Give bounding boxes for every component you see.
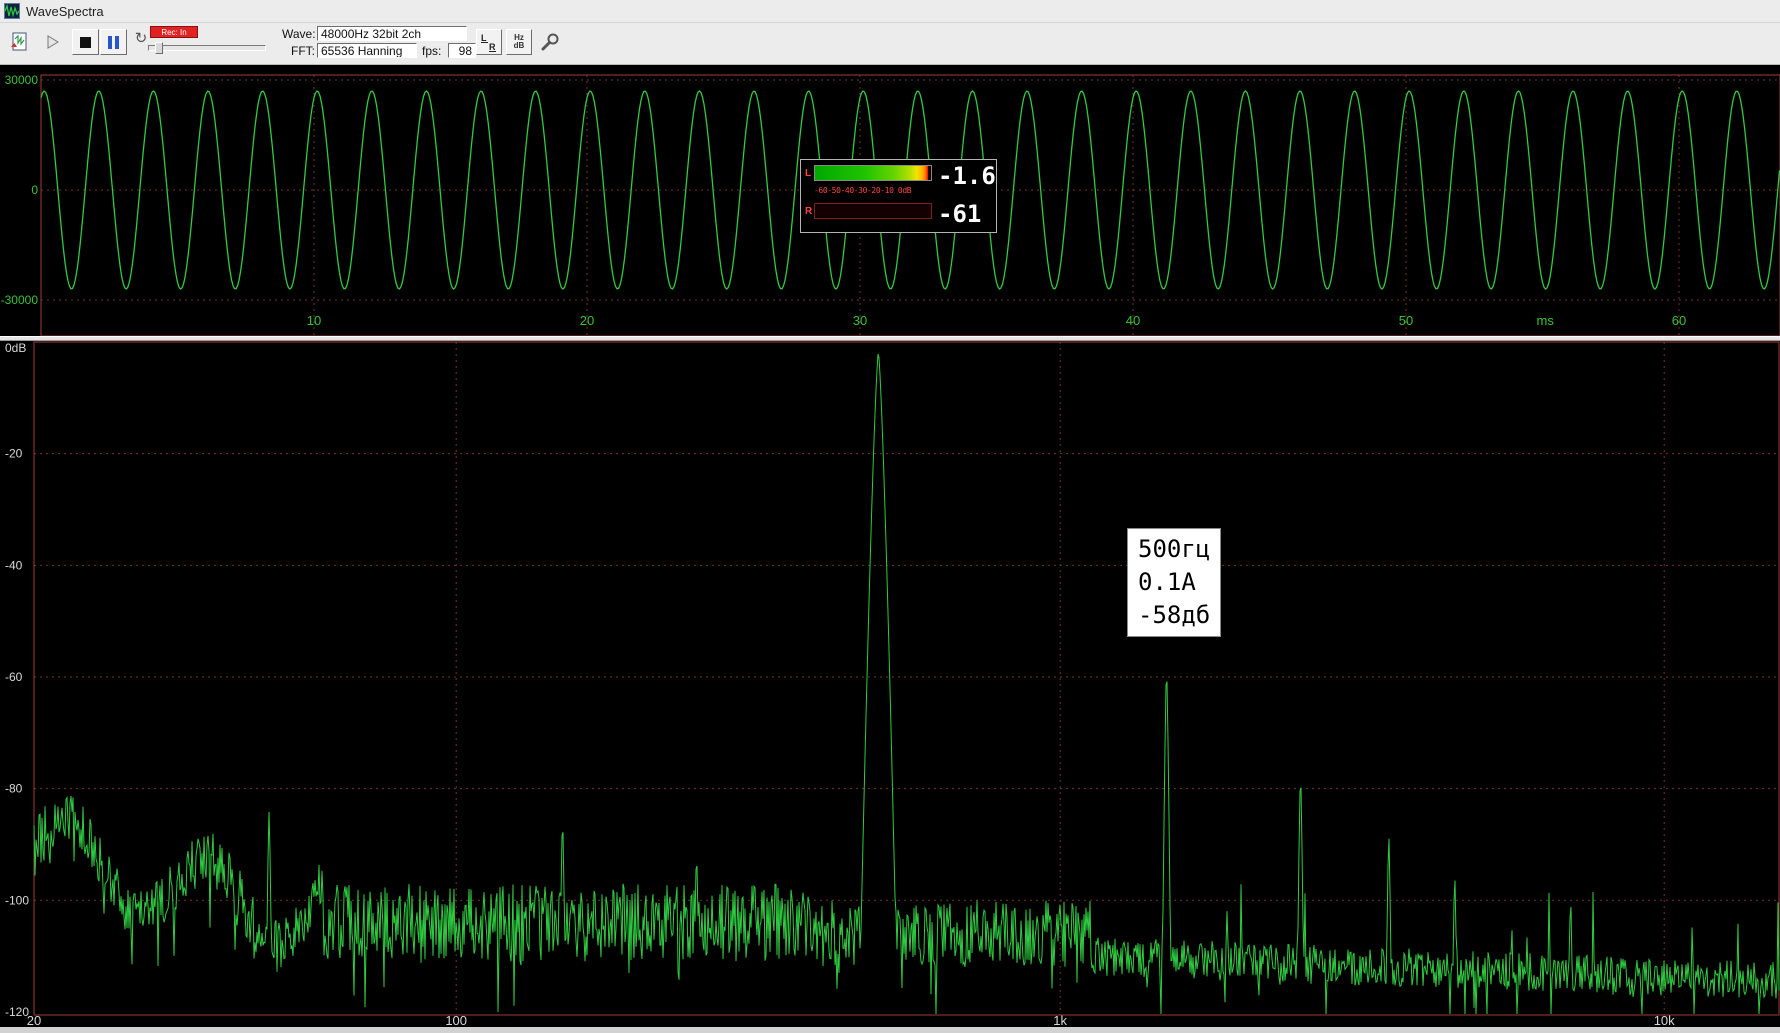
settings-button[interactable] (536, 28, 564, 56)
svg-text:L: L (481, 33, 487, 43)
db-label: dB (513, 41, 525, 50)
stop-icon (80, 36, 91, 48)
app-icon (4, 3, 20, 19)
left-peak-value: -1.6 (938, 162, 996, 190)
svg-text:-120: -120 (5, 1005, 29, 1019)
annotation-amplitude: 0.1A (1138, 568, 1196, 596)
open-wave-button[interactable] (6, 28, 34, 56)
measurement-annotation: 500гц 0.1A -58дб (1127, 528, 1222, 637)
settings-wrench-icon (541, 33, 559, 51)
svg-text:20: 20 (580, 313, 594, 328)
svg-text:60: 60 (1672, 313, 1686, 328)
level-meter-window[interactable]: L -1.6 -60-50-40-30-20-10 0dB R -61 (800, 159, 997, 233)
svg-text:R: R (489, 42, 496, 52)
svg-text:50: 50 (1399, 313, 1413, 328)
rec-indicator: Rec: In (150, 26, 198, 38)
right-peak-value: -61 (938, 200, 982, 228)
loop-icon: ↻ (134, 30, 148, 47)
right-channel-label: R (805, 206, 813, 217)
spectrum-chart: 20 100 1k 10k0dB-20-40-60-80-100-120 (5, 341, 1780, 1027)
svg-text:30000: 30000 (5, 73, 39, 87)
wave-label: Wave: (282, 27, 316, 41)
svg-text:-80: -80 (5, 782, 23, 796)
title-bar[interactable]: WaveSpectra (0, 0, 1780, 23)
toolbar: ↻ Rec: In Wave: 48000Hz 32bit 2ch FFT: 6… (0, 23, 1780, 65)
left-level-bar (814, 165, 932, 181)
slider-thumb[interactable] (155, 42, 163, 54)
wave-format-field[interactable]: 48000Hz 32bit 2ch (317, 26, 467, 41)
svg-text:-60: -60 (5, 670, 23, 684)
stop-button[interactable] (72, 29, 99, 55)
fft-label: FFT: (291, 44, 315, 58)
annotation-level: -58дб (1138, 601, 1211, 629)
play-button[interactable] (41, 30, 65, 54)
meter-scale: -60-50-40-30-20-10 0dB (814, 186, 912, 195)
left-channel-label: L (805, 168, 812, 179)
svg-text:0dB: 0dB (5, 341, 26, 355)
wavespectra-window: WaveSpectra ↻ Rec: In Wave: 48000Hz 32bi… (0, 0, 1780, 1033)
svg-text:30: 30 (853, 313, 867, 328)
window-title: WaveSpectra (26, 3, 104, 19)
fft-field[interactable]: 65536 Hanning (317, 43, 417, 58)
svg-text:-100: -100 (5, 893, 29, 907)
svg-text:0: 0 (31, 183, 38, 197)
svg-text:-30000: -30000 (1, 293, 39, 307)
pause-icon (108, 35, 119, 49)
fps-field[interactable]: 98 (448, 43, 476, 58)
annotation-freq: 500гц (1138, 535, 1211, 563)
lr-channel-button[interactable]: L R (476, 29, 502, 55)
svg-text:10: 10 (307, 313, 321, 328)
svg-text:40: 40 (1126, 313, 1140, 328)
window-bottom-edge (0, 1027, 1780, 1033)
right-level-bar (814, 203, 932, 219)
open-file-icon (11, 32, 27, 51)
spectrum-panel: 20 100 1k 10k 0dB -20 -40 -60 -80 -100 -120 (0, 341, 1780, 1027)
position-slider[interactable] (148, 42, 266, 54)
pause-button[interactable] (100, 29, 127, 55)
hz-db-button[interactable]: Hz dB (506, 29, 532, 55)
svg-text:-40: -40 (5, 558, 23, 572)
play-icon (47, 35, 59, 49)
left-level-fill (815, 166, 928, 180)
lr-channel-icon: L R (481, 33, 496, 52)
svg-text:-20: -20 (5, 447, 23, 461)
fps-label: fps: (422, 44, 442, 58)
svg-text:ms: ms (1537, 313, 1555, 328)
